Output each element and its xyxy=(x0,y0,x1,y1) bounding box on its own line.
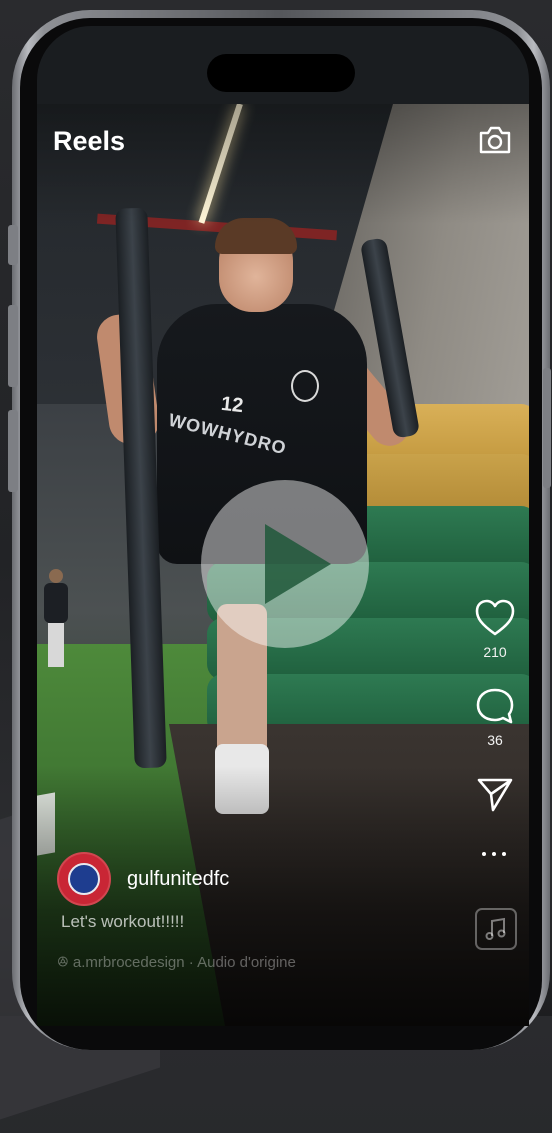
comment-icon[interactable] xyxy=(471,686,519,726)
jersey-number: 12 xyxy=(219,392,245,418)
mute-switch xyxy=(8,225,18,265)
send-icon[interactable] xyxy=(471,774,519,814)
background-player xyxy=(41,569,71,669)
post-caption: Let's workout!!!!! xyxy=(61,912,185,931)
more-icon[interactable] xyxy=(481,850,507,858)
comment-count: 36 xyxy=(487,732,503,748)
avatar[interactable] xyxy=(57,852,111,906)
play-icon xyxy=(265,524,331,604)
action-bar: 210 36 xyxy=(471,598,519,814)
power-button xyxy=(543,368,551,488)
volume-up-button xyxy=(8,305,18,387)
volume-down-button xyxy=(8,410,18,492)
username[interactable]: gulfunitedfc xyxy=(127,868,229,891)
camera-icon[interactable] xyxy=(477,124,513,156)
club-crest-icon xyxy=(68,863,100,895)
dynamic-island xyxy=(207,54,355,92)
phone-screen: 12 WOWHYDRO Reels 210 36 gulfunitedfc Le… xyxy=(37,26,529,1026)
heart-icon[interactable] xyxy=(471,598,519,638)
music-icon[interactable] xyxy=(475,908,517,950)
audio-attribution[interactable]: ꔮ a.mrbrocedesign · Audio d'origine xyxy=(57,954,296,971)
page-title: Reels xyxy=(53,126,126,156)
jersey-crest xyxy=(291,370,319,402)
play-button[interactable] xyxy=(201,480,369,648)
like-count: 210 xyxy=(483,644,507,660)
